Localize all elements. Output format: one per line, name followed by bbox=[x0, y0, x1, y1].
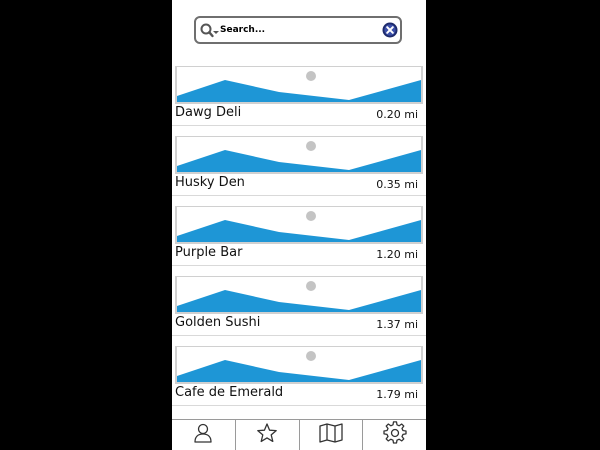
place-distance: 0.20 mi bbox=[376, 108, 418, 121]
place-thumbnail bbox=[175, 276, 423, 314]
place-name: Golden Sushi bbox=[175, 315, 261, 330]
search-header bbox=[172, 0, 426, 64]
list-item[interactable]: Cafe de Emerald 1.79 mi bbox=[172, 344, 426, 406]
search-input[interactable] bbox=[220, 21, 380, 39]
place-name: Cafe de Emerald bbox=[175, 385, 284, 400]
place-thumbnail bbox=[175, 346, 423, 384]
tab-favorites[interactable] bbox=[236, 420, 300, 450]
clear-search-icon[interactable] bbox=[382, 22, 398, 38]
tab-settings[interactable] bbox=[363, 420, 426, 450]
list-item[interactable]: Husky Den 0.35 mi bbox=[172, 134, 426, 196]
search-icon[interactable] bbox=[200, 23, 220, 39]
person-icon bbox=[192, 422, 214, 448]
place-distance: 1.79 mi bbox=[376, 388, 418, 401]
place-name: Husky Den bbox=[175, 175, 245, 190]
place-thumbnail bbox=[175, 136, 423, 174]
list-item[interactable]: Purple Bar 1.20 mi bbox=[172, 204, 426, 266]
place-distance: 1.37 mi bbox=[376, 318, 418, 331]
search-bar[interactable] bbox=[194, 16, 402, 44]
star-icon bbox=[256, 422, 278, 448]
app-screen: Dawg Deli 0.20 mi Husky Den 0.35 mi bbox=[172, 0, 426, 450]
place-thumbnail bbox=[175, 206, 423, 244]
tab-map[interactable] bbox=[300, 420, 364, 450]
place-distance: 1.20 mi bbox=[376, 248, 418, 261]
gear-icon bbox=[382, 421, 407, 449]
bottom-tab-bar bbox=[172, 419, 426, 450]
place-name: Purple Bar bbox=[175, 245, 243, 260]
list-item[interactable]: Dawg Deli 0.20 mi bbox=[172, 64, 426, 126]
map-icon bbox=[318, 422, 344, 448]
list-item[interactable]: Golden Sushi 1.37 mi bbox=[172, 274, 426, 336]
place-thumbnail bbox=[175, 66, 423, 104]
place-name: Dawg Deli bbox=[175, 105, 242, 120]
place-distance: 0.35 mi bbox=[376, 178, 418, 191]
tab-profile[interactable] bbox=[172, 420, 236, 450]
